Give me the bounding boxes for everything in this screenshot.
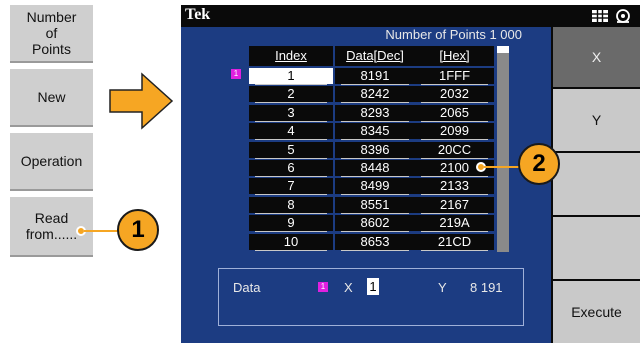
row-hex-10[interactable]: 21CD <box>415 234 494 250</box>
row-underline <box>255 102 327 103</box>
row-hex-1[interactable]: 1FFF <box>415 68 494 84</box>
operation-button[interactable]: Operation <box>10 133 93 191</box>
callout-1-badge: 1 <box>117 209 159 251</box>
data-label: Data <box>233 280 261 295</box>
y-label: Y <box>438 280 447 295</box>
column-header-dec: Data[Dec] <box>335 46 415 66</box>
number-of-points-button[interactable]: Number of Points <box>10 5 93 63</box>
brand-logo: Tek <box>185 6 211 23</box>
number-of-points-readout: Number of Points 1 000 <box>385 27 522 42</box>
row-underline <box>255 250 327 251</box>
row-index-5[interactable]: 5 <box>249 142 333 158</box>
row-dec-8[interactable]: 8551 <box>335 197 415 213</box>
blank-softkey-3[interactable] <box>553 153 640 215</box>
row-underline <box>341 158 409 159</box>
row-underline <box>255 139 327 140</box>
row-dec-2[interactable]: 8242 <box>335 86 415 102</box>
row-dec-10[interactable]: 8653 <box>335 234 415 250</box>
row-index-2[interactable]: 2 <box>249 86 333 102</box>
row-hex-3[interactable]: 2065 <box>415 105 494 121</box>
x-value-field[interactable]: 1 <box>367 278 379 295</box>
row-index-10[interactable]: 10 <box>249 234 333 250</box>
row-dec-5[interactable]: 8396 <box>335 142 415 158</box>
row-dec-3[interactable]: 8293 <box>335 105 415 121</box>
row-underline <box>341 102 409 103</box>
row-index-1[interactable]: 1 <box>249 68 333 84</box>
row-underline <box>341 121 409 122</box>
row-underline <box>341 213 409 214</box>
row-underline <box>421 158 488 159</box>
row-dec-1[interactable]: 8191 <box>335 68 415 84</box>
row-dec-4[interactable]: 8345 <box>335 123 415 139</box>
row-dec-6[interactable]: 8448 <box>335 160 415 176</box>
row-underline <box>341 139 409 140</box>
row-hex-5[interactable]: 20CC <box>415 142 494 158</box>
row-underline <box>255 213 327 214</box>
x-softkey[interactable]: X <box>553 27 640 87</box>
row-underline <box>341 176 409 177</box>
data-panel <box>218 268 524 326</box>
row-underline <box>341 84 409 85</box>
network-icon <box>616 9 630 23</box>
row-underline <box>255 84 327 85</box>
row-dec-7[interactable]: 8499 <box>335 178 415 194</box>
row-underline <box>421 121 488 122</box>
row-underline <box>421 176 488 177</box>
scrollbar-thumb[interactable] <box>497 46 509 53</box>
row-index-6[interactable]: 6 <box>249 160 333 176</box>
row-index-8[interactable]: 8 <box>249 197 333 213</box>
table-scrollbar[interactable] <box>497 46 509 252</box>
row-underline <box>255 121 327 122</box>
row-hex-2[interactable]: 2032 <box>415 86 494 102</box>
row-underline <box>421 231 488 232</box>
new-button[interactable]: New <box>10 69 93 127</box>
row-underline <box>255 158 327 159</box>
arrow-right-icon <box>109 72 174 130</box>
row-index-4[interactable]: 4 <box>249 123 333 139</box>
row-hex-8[interactable]: 2167 <box>415 197 494 213</box>
callout-2-leader <box>484 166 519 168</box>
row-underline <box>341 231 409 232</box>
row-index-7[interactable]: 7 <box>249 178 333 194</box>
row-underline <box>341 250 409 251</box>
row-hex-9[interactable]: 219A <box>415 215 494 231</box>
y-value: 8 191 <box>470 280 503 295</box>
row-underline <box>341 194 409 195</box>
row-underline <box>255 176 327 177</box>
grid-icon <box>592 10 608 22</box>
row-index-3[interactable]: 3 <box>249 105 333 121</box>
row-underline <box>255 194 327 195</box>
row-hex-4[interactable]: 2099 <box>415 123 494 139</box>
column-header-index: Index <box>249 46 333 66</box>
marker-badge-data: 1 <box>318 282 328 292</box>
x-label: X <box>344 280 353 295</box>
y-softkey[interactable]: Y <box>553 89 640 151</box>
callout-2-badge: 2 <box>518 143 560 185</box>
marker-badge: 1 <box>231 69 241 79</box>
row-underline <box>421 250 488 251</box>
row-index-9[interactable]: 9 <box>249 215 333 231</box>
column-header-hex: [Hex] <box>415 46 494 66</box>
row-underline <box>255 231 327 232</box>
blank-softkey-4[interactable] <box>553 217 640 279</box>
row-underline <box>421 139 488 140</box>
row-dec-9[interactable]: 8602 <box>335 215 415 231</box>
row-underline <box>421 84 488 85</box>
row-underline <box>421 194 488 195</box>
execute-softkey[interactable]: Execute <box>553 281 640 343</box>
row-hex-7[interactable]: 2133 <box>415 178 494 194</box>
callout-1-leader <box>84 230 118 232</box>
row-underline <box>421 213 488 214</box>
row-underline <box>421 102 488 103</box>
title-bar: Tek <box>181 5 640 27</box>
